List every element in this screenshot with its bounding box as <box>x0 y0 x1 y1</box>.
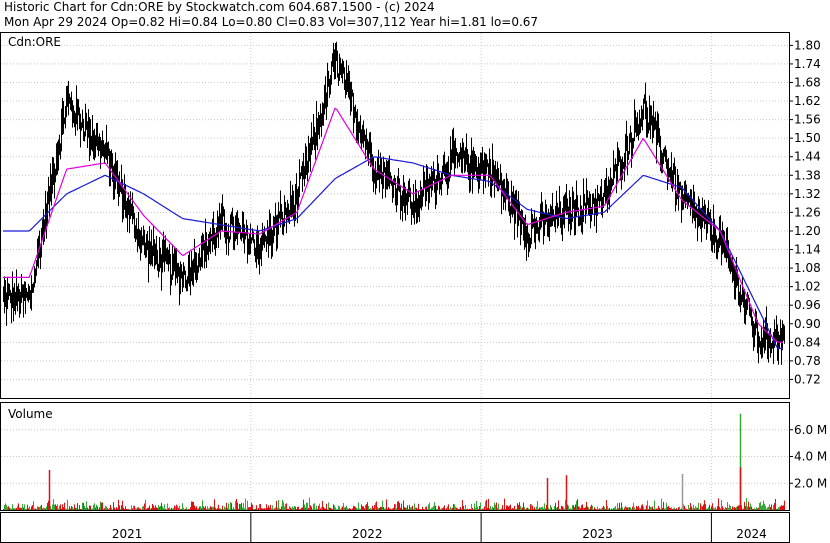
price-panel-frame <box>0 32 790 399</box>
price-tick-label: 1.68 <box>794 75 821 89</box>
x-tick-label: 2021 <box>112 527 143 541</box>
price-tick-label: 1.02 <box>794 280 821 294</box>
x-tick-label: 2022 <box>352 527 383 541</box>
price-tick-label: 1.08 <box>794 261 821 275</box>
price-tick-label: 1.50 <box>794 131 821 145</box>
stock-chart: 1.80 1.74 1.68 1.62 1.56 1.50 1.44 1.38 1.32 1.26… <box>0 32 827 543</box>
price-tick-label: 0.84 <box>794 335 821 349</box>
price-y-axis: 1.80 1.74 1.68 1.62 1.56 1.50 1.44 1.38 1.32 1.26… <box>789 38 821 386</box>
price-panel-title: Cdn:ORE <box>8 35 61 49</box>
price-tick-label: 0.72 <box>794 372 821 386</box>
price-tick-label: 1.44 <box>794 150 821 164</box>
price-tick-label: 1.20 <box>794 224 821 238</box>
price-tick-label: 1.26 <box>794 205 821 219</box>
volume-tick-label: 4.0 M <box>794 450 827 464</box>
price-tick-label: 1.74 <box>794 57 821 71</box>
x-tick-label: 2024 <box>736 527 767 541</box>
price-tick-label: 0.90 <box>794 317 821 331</box>
price-tick-label: 1.32 <box>794 187 821 201</box>
volume-tick-label: 2.0 M <box>794 476 827 490</box>
price-tick-label: 1.38 <box>794 168 821 182</box>
volume-tick-label: 6.0 M <box>794 423 827 437</box>
price-tick-label: 1.56 <box>794 113 821 127</box>
price-tick-label: 1.14 <box>794 243 821 257</box>
price-tick-label: 0.78 <box>794 354 821 368</box>
x-tick-label: 2023 <box>582 527 613 541</box>
price-tick-label: 0.96 <box>794 298 821 312</box>
price-tick-label: 1.62 <box>794 94 821 108</box>
volume-panel-title: Volume <box>8 407 53 421</box>
volume-y-axis: 6.0 M 4.0 M 2.0 M <box>789 423 827 490</box>
price-tick-label: 1.80 <box>794 38 821 52</box>
